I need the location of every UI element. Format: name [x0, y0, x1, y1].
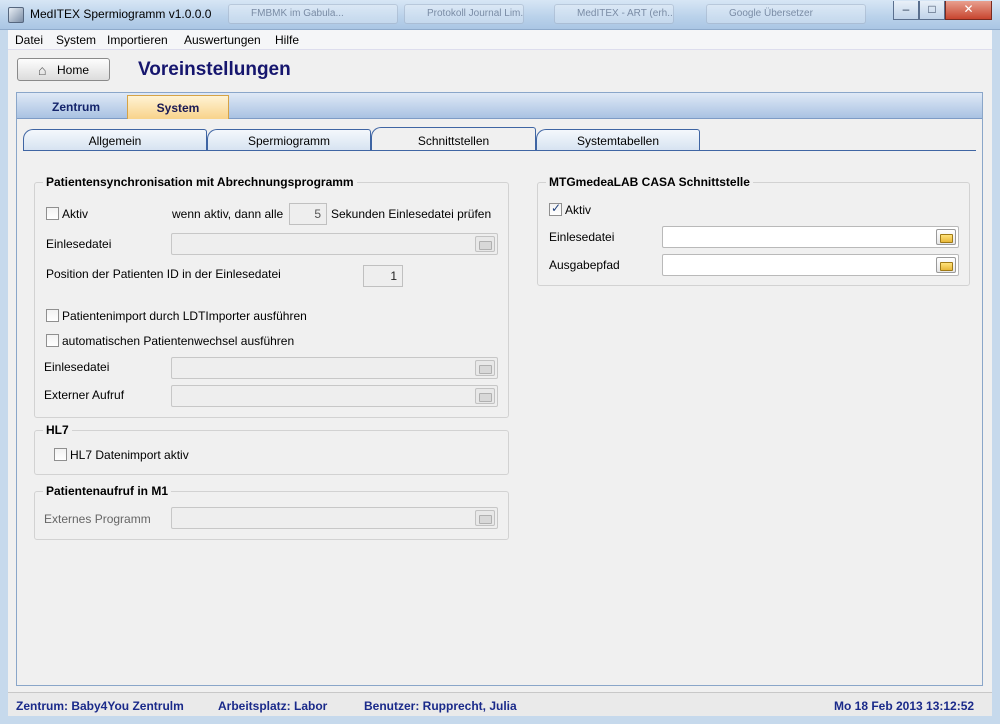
casa-aktiv-checkbox[interactable]	[549, 201, 562, 216]
group-patient-sync: Patientensynchronisation mit Abrechnungs…	[34, 175, 509, 418]
einlesedatei2-field[interactable]	[171, 357, 498, 379]
status-arbeitsplatz: Arbeitsplatz: Labor	[218, 699, 328, 713]
status-bar: Zentrum: Baby4You Zentrulm Arbeitsplatz:…	[8, 692, 992, 716]
group-hl7-title: HL7	[43, 423, 72, 437]
casa-aktiv-label: Aktiv	[565, 203, 592, 217]
tab-zentrum[interactable]: Zentrum	[25, 95, 127, 119]
background-window-3: MedITEX - ART (erh...	[554, 4, 674, 24]
folder-icon	[479, 515, 492, 524]
subtab-allgemein[interactable]: Allgemein	[23, 129, 207, 150]
group-patientenaufruf-title: Patientenaufruf in M1	[43, 484, 172, 498]
casa-einlesedatei-browse-button[interactable]	[936, 229, 956, 245]
einlesedatei2-label: Einlesedatei	[44, 360, 110, 374]
folder-icon	[479, 241, 492, 250]
subtab-schnittstellen[interactable]: Schnittstellen	[371, 127, 536, 151]
casa-einlesedatei-field[interactable]	[662, 226, 959, 248]
app-icon	[8, 7, 24, 23]
ldt-import-checkbox[interactable]	[46, 309, 59, 322]
background-window-4: Google Übersetzer	[706, 4, 866, 24]
externes-programm-browse-button[interactable]	[475, 510, 495, 526]
menu-hilfe[interactable]: Hilfe	[275, 33, 299, 47]
title-bar[interactable]: MedITEX Spermiogramm v1.0.0.0 FMBMK im G…	[0, 0, 1000, 30]
group-patient-sync-title: Patientensynchronisation mit Abrechnungs…	[43, 175, 357, 189]
casa-einlesedatei-label: Einlesedatei	[549, 230, 615, 244]
maximize-button[interactable]: □	[919, 1, 945, 20]
group-patientenaufruf: Patientenaufruf in M1 Externes Programm	[34, 484, 509, 540]
main-tabstrip: Zentrum System	[17, 93, 982, 119]
externer-aufruf-browse-button[interactable]	[475, 388, 495, 404]
externer-aufruf-field[interactable]	[171, 385, 498, 407]
menu-datei[interactable]: Datei	[15, 33, 43, 47]
folder-icon	[479, 365, 492, 374]
home-button-label: Home	[57, 63, 90, 77]
status-benutzer: Benutzer: Rupprecht, Julia	[364, 699, 517, 713]
status-datetime: Mo 18 Feb 2013 13:12:52	[834, 699, 975, 713]
background-window-1: FMBMK im Gabula...	[228, 4, 398, 24]
patient-sync-aktiv-label: Aktiv	[62, 207, 89, 221]
folder-icon	[479, 393, 492, 402]
main-panel: Zentrum System Allgemein Spermiogramm Sc…	[16, 92, 983, 686]
group-casa: MTGmedeaLAB CASA Schnittstelle Aktiv Ein…	[537, 175, 970, 286]
subtab-systemtabellen[interactable]: Systemtabellen	[536, 129, 700, 150]
menu-auswertungen[interactable]: Auswertungen	[184, 33, 261, 47]
einlesedatei-field[interactable]	[171, 233, 498, 255]
casa-ausgabepfad-browse-button[interactable]	[936, 257, 956, 273]
patient-sync-aktiv-checkbox[interactable]	[46, 207, 59, 220]
tab-system[interactable]: System	[127, 95, 229, 119]
group-hl7: HL7 HL7 Datenimport aktiv	[34, 423, 509, 475]
interval-suffix-label: Sekunden Einlesedatei prüfen	[331, 207, 492, 221]
interval-prefix-label: wenn aktiv, dann alle	[172, 207, 284, 221]
hl7-import-checkbox[interactable]	[54, 448, 67, 461]
interval-seconds-input[interactable]: 5	[289, 203, 327, 225]
einlesedatei-browse-button[interactable]	[475, 236, 495, 252]
page-title: Voreinstellungen	[138, 59, 291, 80]
auto-patient-switch-checkbox[interactable]	[46, 334, 59, 347]
ldt-import-label: Patientenimport durch LDTImporter ausfüh…	[62, 309, 307, 323]
folder-icon	[940, 234, 953, 243]
menu-bar: Datei System Importieren Auswertungen Hi…	[8, 30, 992, 50]
einlesedatei-label: Einlesedatei	[46, 237, 112, 251]
status-zentrum: Zentrum: Baby4You Zentrulm	[16, 699, 184, 713]
position-label: Position der Patienten ID in der Einlese…	[46, 267, 281, 281]
group-casa-title: MTGmedeaLAB CASA Schnittstelle	[546, 175, 753, 189]
hl7-import-label: HL7 Datenimport aktiv	[70, 448, 189, 462]
background-window-2: Protokoll Journal Lim...	[404, 4, 524, 24]
externer-aufruf-label: Externer Aufruf	[44, 388, 125, 402]
externes-programm-label: Externes Programm	[44, 512, 151, 526]
home-icon: ⌂	[38, 62, 47, 78]
close-button[interactable]: ✕	[945, 1, 992, 20]
minimize-button[interactable]: –	[893, 1, 919, 20]
subtab-spermiogramm[interactable]: Spermiogramm	[207, 129, 371, 150]
folder-icon	[940, 262, 953, 271]
subtab-baseline	[23, 150, 976, 151]
einlesedatei2-browse-button[interactable]	[475, 360, 495, 376]
menu-system[interactable]: System	[56, 33, 96, 47]
menu-importieren[interactable]: Importieren	[107, 33, 168, 47]
externes-programm-field[interactable]	[171, 507, 498, 529]
casa-ausgabepfad-label: Ausgabepfad	[549, 258, 620, 272]
position-input[interactable]: 1	[363, 265, 403, 287]
window-title: MedITEX Spermiogramm v1.0.0.0	[30, 7, 212, 21]
auto-patient-switch-label: automatischen Patientenwechsel ausführen	[62, 334, 295, 348]
home-button[interactable]: ⌂ Home	[17, 58, 110, 81]
tab-content: Allgemein Spermiogramm Schnittstellen Sy…	[17, 119, 982, 685]
client-area: Datei System Importieren Auswertungen Hi…	[8, 30, 992, 716]
casa-ausgabepfad-field[interactable]	[662, 254, 959, 276]
